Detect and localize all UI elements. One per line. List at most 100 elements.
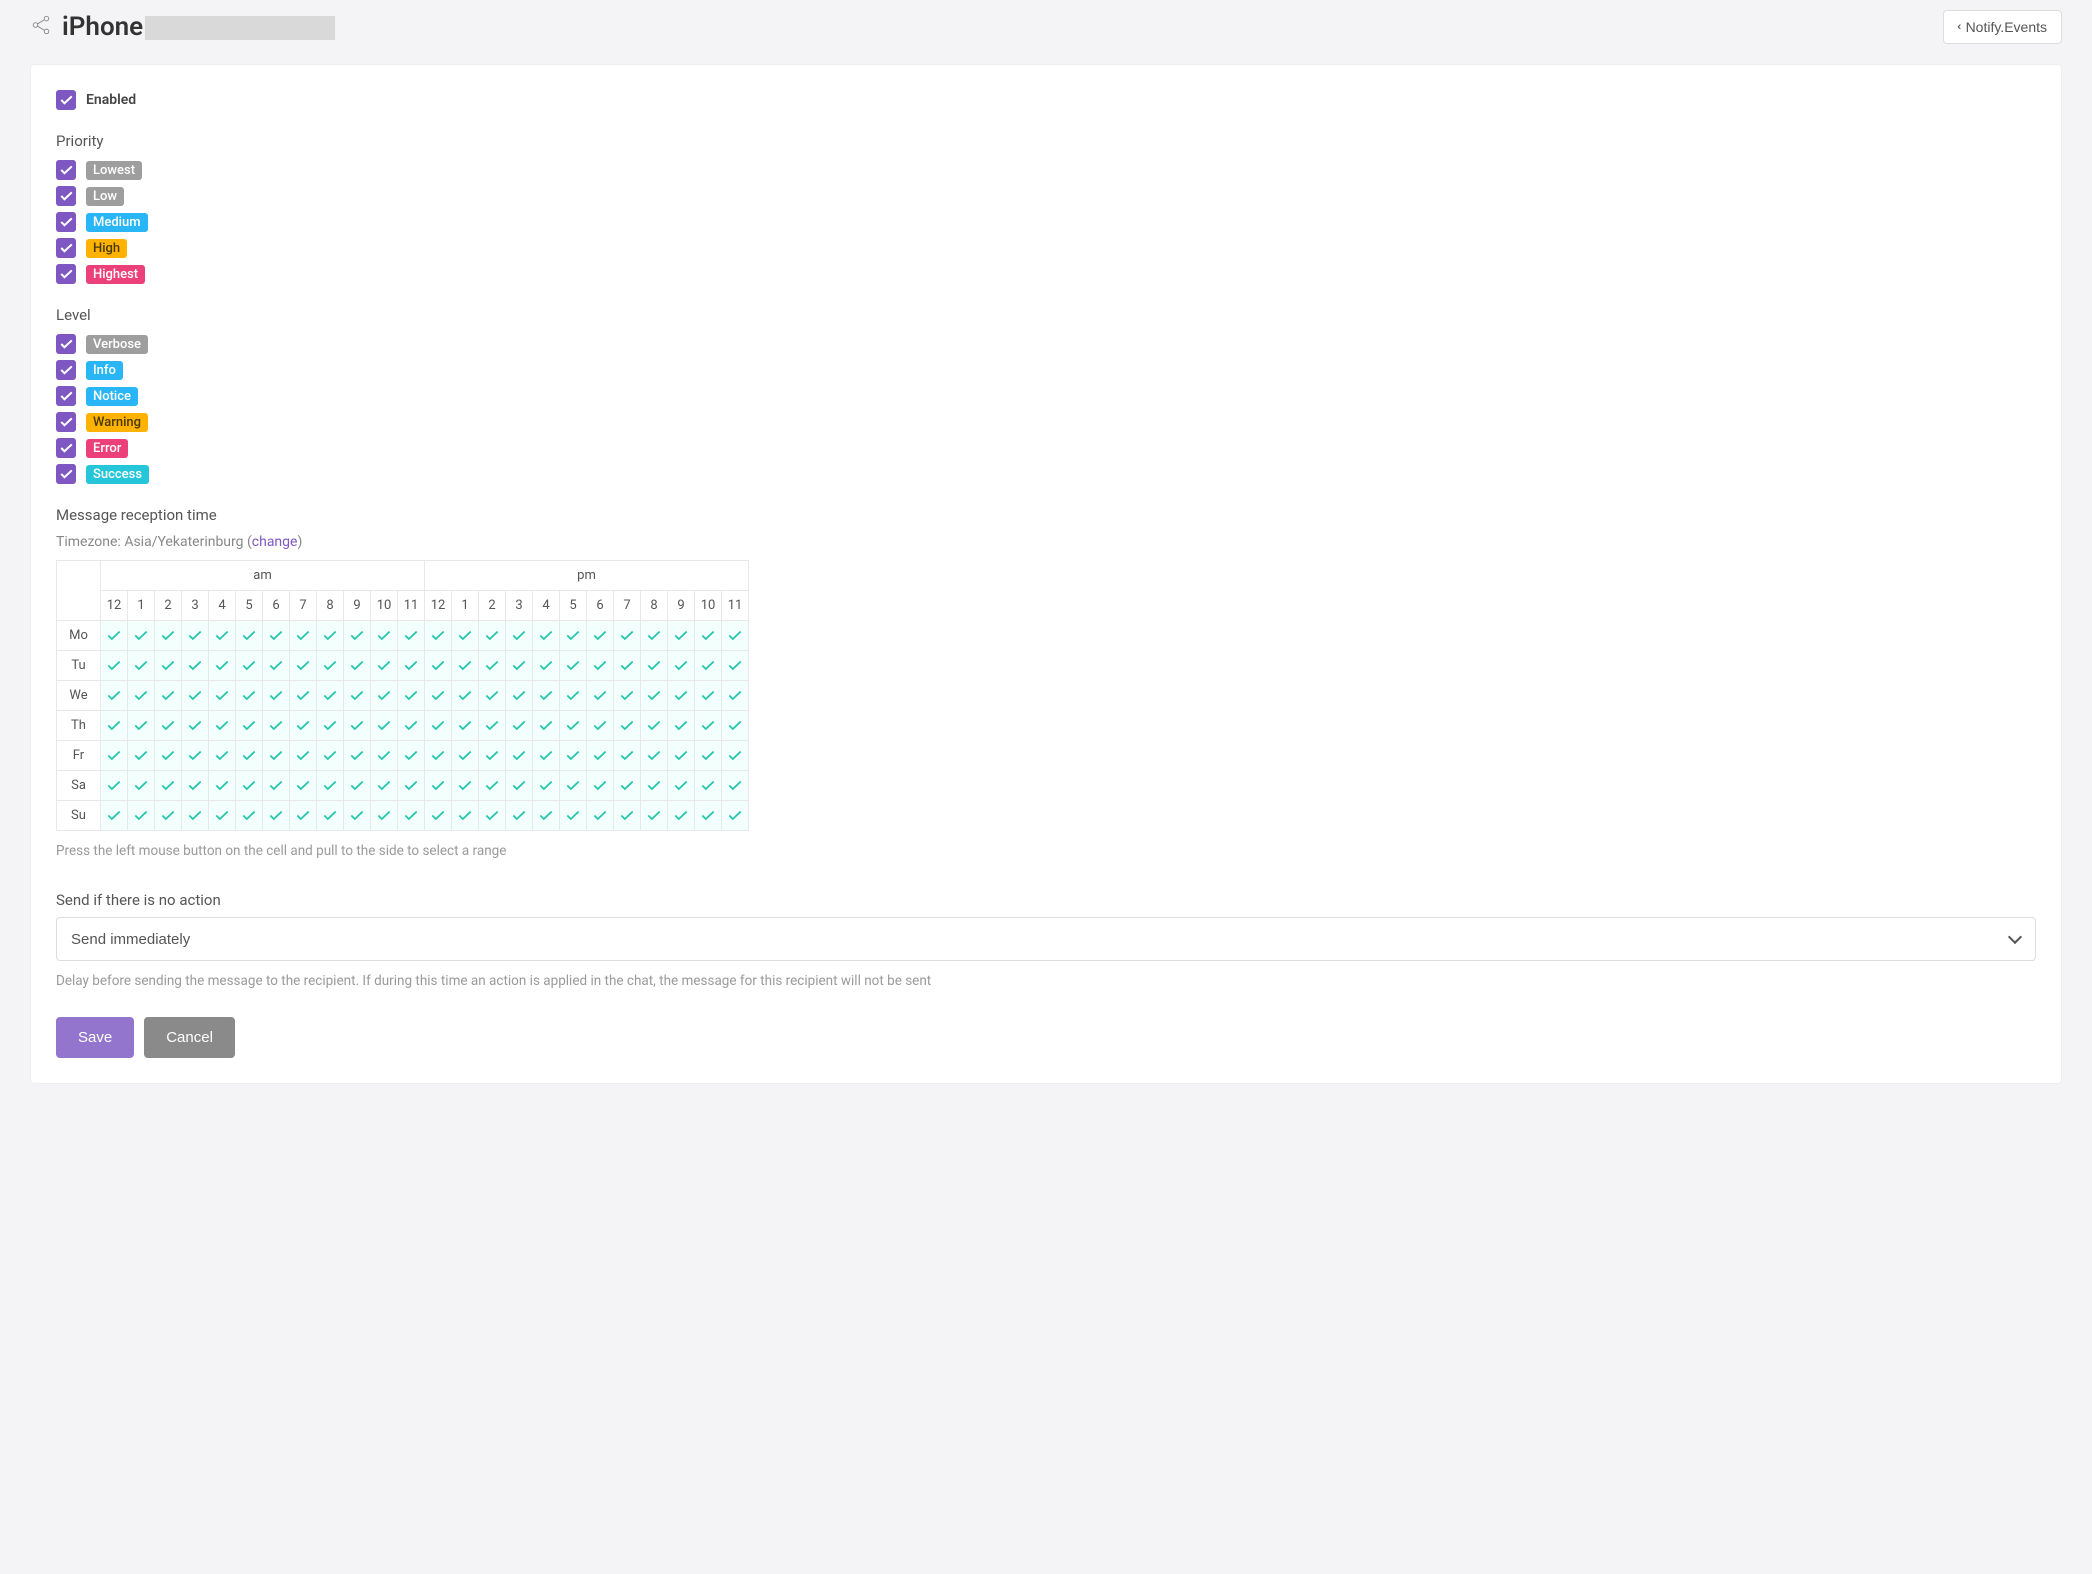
slot-we-pm-6[interactable] [587, 681, 614, 711]
slot-mo-am-3[interactable] [182, 621, 209, 651]
slot-fr-am-5[interactable] [236, 741, 263, 771]
slot-su-pm-3[interactable] [506, 801, 533, 831]
slot-fr-pm-5[interactable] [560, 741, 587, 771]
slot-sa-am-8[interactable] [317, 771, 344, 801]
slot-mo-am-7[interactable] [290, 621, 317, 651]
slot-su-am-1[interactable] [128, 801, 155, 831]
slot-sa-am-12[interactable] [101, 771, 128, 801]
slot-mo-am-1[interactable] [128, 621, 155, 651]
level-checkbox-notice[interactable] [56, 386, 76, 406]
slot-mo-pm-3[interactable] [506, 621, 533, 651]
slot-su-pm-6[interactable] [587, 801, 614, 831]
slot-su-pm-12[interactable] [425, 801, 452, 831]
slot-mo-pm-10[interactable] [695, 621, 722, 651]
slot-we-am-8[interactable] [317, 681, 344, 711]
slot-mo-am-9[interactable] [344, 621, 371, 651]
slot-fr-am-10[interactable] [371, 741, 398, 771]
slot-th-pm-7[interactable] [614, 711, 641, 741]
slot-su-pm-11[interactable] [722, 801, 749, 831]
slot-fr-pm-3[interactable] [506, 741, 533, 771]
slot-we-am-2[interactable] [155, 681, 182, 711]
slot-we-pm-11[interactable] [722, 681, 749, 711]
slot-su-pm-10[interactable] [695, 801, 722, 831]
slot-sa-pm-6[interactable] [587, 771, 614, 801]
level-checkbox-info[interactable] [56, 360, 76, 380]
slot-sa-pm-4[interactable] [533, 771, 560, 801]
slot-tu-am-10[interactable] [371, 651, 398, 681]
slot-mo-am-2[interactable] [155, 621, 182, 651]
level-checkbox-verbose[interactable] [56, 334, 76, 354]
slot-tu-am-11[interactable] [398, 651, 425, 681]
slot-sa-am-3[interactable] [182, 771, 209, 801]
slot-tu-pm-8[interactable] [641, 651, 668, 681]
slot-fr-pm-7[interactable] [614, 741, 641, 771]
slot-we-pm-5[interactable] [560, 681, 587, 711]
slot-th-pm-6[interactable] [587, 711, 614, 741]
slot-we-pm-2[interactable] [479, 681, 506, 711]
delay-select[interactable]: Send immediately [56, 917, 2036, 961]
slot-tu-am-5[interactable] [236, 651, 263, 681]
level-checkbox-warning[interactable] [56, 412, 76, 432]
back-button[interactable]: ‹‹ Notify.Events [1943, 10, 2062, 44]
slot-th-am-9[interactable] [344, 711, 371, 741]
slot-tu-pm-9[interactable] [668, 651, 695, 681]
slot-mo-am-5[interactable] [236, 621, 263, 651]
slot-tu-am-12[interactable] [101, 651, 128, 681]
slot-su-am-6[interactable] [263, 801, 290, 831]
slot-th-am-2[interactable] [155, 711, 182, 741]
cancel-button[interactable]: Cancel [144, 1017, 235, 1058]
slot-th-pm-5[interactable] [560, 711, 587, 741]
slot-tu-pm-12[interactable] [425, 651, 452, 681]
slot-we-pm-9[interactable] [668, 681, 695, 711]
slot-fr-pm-1[interactable] [452, 741, 479, 771]
slot-su-am-9[interactable] [344, 801, 371, 831]
slot-sa-am-9[interactable] [344, 771, 371, 801]
slot-mo-pm-7[interactable] [614, 621, 641, 651]
slot-sa-pm-5[interactable] [560, 771, 587, 801]
slot-mo-am-4[interactable] [209, 621, 236, 651]
slot-sa-am-6[interactable] [263, 771, 290, 801]
slot-su-am-7[interactable] [290, 801, 317, 831]
slot-sa-pm-8[interactable] [641, 771, 668, 801]
slot-su-am-4[interactable] [209, 801, 236, 831]
slot-su-pm-9[interactable] [668, 801, 695, 831]
slot-we-am-11[interactable] [398, 681, 425, 711]
slot-sa-pm-10[interactable] [695, 771, 722, 801]
slot-tu-am-6[interactable] [263, 651, 290, 681]
slot-mo-pm-9[interactable] [668, 621, 695, 651]
change-timezone-link[interactable]: change [252, 534, 298, 550]
slot-su-am-10[interactable] [371, 801, 398, 831]
slot-mo-pm-12[interactable] [425, 621, 452, 651]
slot-we-am-6[interactable] [263, 681, 290, 711]
slot-fr-pm-12[interactable] [425, 741, 452, 771]
slot-th-am-4[interactable] [209, 711, 236, 741]
slot-sa-pm-3[interactable] [506, 771, 533, 801]
slot-we-am-1[interactable] [128, 681, 155, 711]
slot-tu-pm-3[interactable] [506, 651, 533, 681]
slot-su-am-3[interactable] [182, 801, 209, 831]
slot-fr-am-12[interactable] [101, 741, 128, 771]
slot-mo-pm-4[interactable] [533, 621, 560, 651]
slot-tu-am-8[interactable] [317, 651, 344, 681]
slot-mo-am-8[interactable] [317, 621, 344, 651]
slot-su-am-5[interactable] [236, 801, 263, 831]
slot-th-pm-8[interactable] [641, 711, 668, 741]
priority-checkbox-lowest[interactable] [56, 160, 76, 180]
slot-sa-pm-12[interactable] [425, 771, 452, 801]
slot-tu-pm-2[interactable] [479, 651, 506, 681]
slot-mo-pm-2[interactable] [479, 621, 506, 651]
slot-tu-am-3[interactable] [182, 651, 209, 681]
slot-fr-am-4[interactable] [209, 741, 236, 771]
slot-su-pm-8[interactable] [641, 801, 668, 831]
slot-sa-am-10[interactable] [371, 771, 398, 801]
slot-fr-pm-4[interactable] [533, 741, 560, 771]
slot-mo-pm-8[interactable] [641, 621, 668, 651]
slot-th-am-1[interactable] [128, 711, 155, 741]
slot-we-pm-3[interactable] [506, 681, 533, 711]
slot-we-am-5[interactable] [236, 681, 263, 711]
slot-we-am-12[interactable] [101, 681, 128, 711]
slot-sa-pm-11[interactable] [722, 771, 749, 801]
slot-su-pm-7[interactable] [614, 801, 641, 831]
slot-th-pm-4[interactable] [533, 711, 560, 741]
slot-we-pm-10[interactable] [695, 681, 722, 711]
